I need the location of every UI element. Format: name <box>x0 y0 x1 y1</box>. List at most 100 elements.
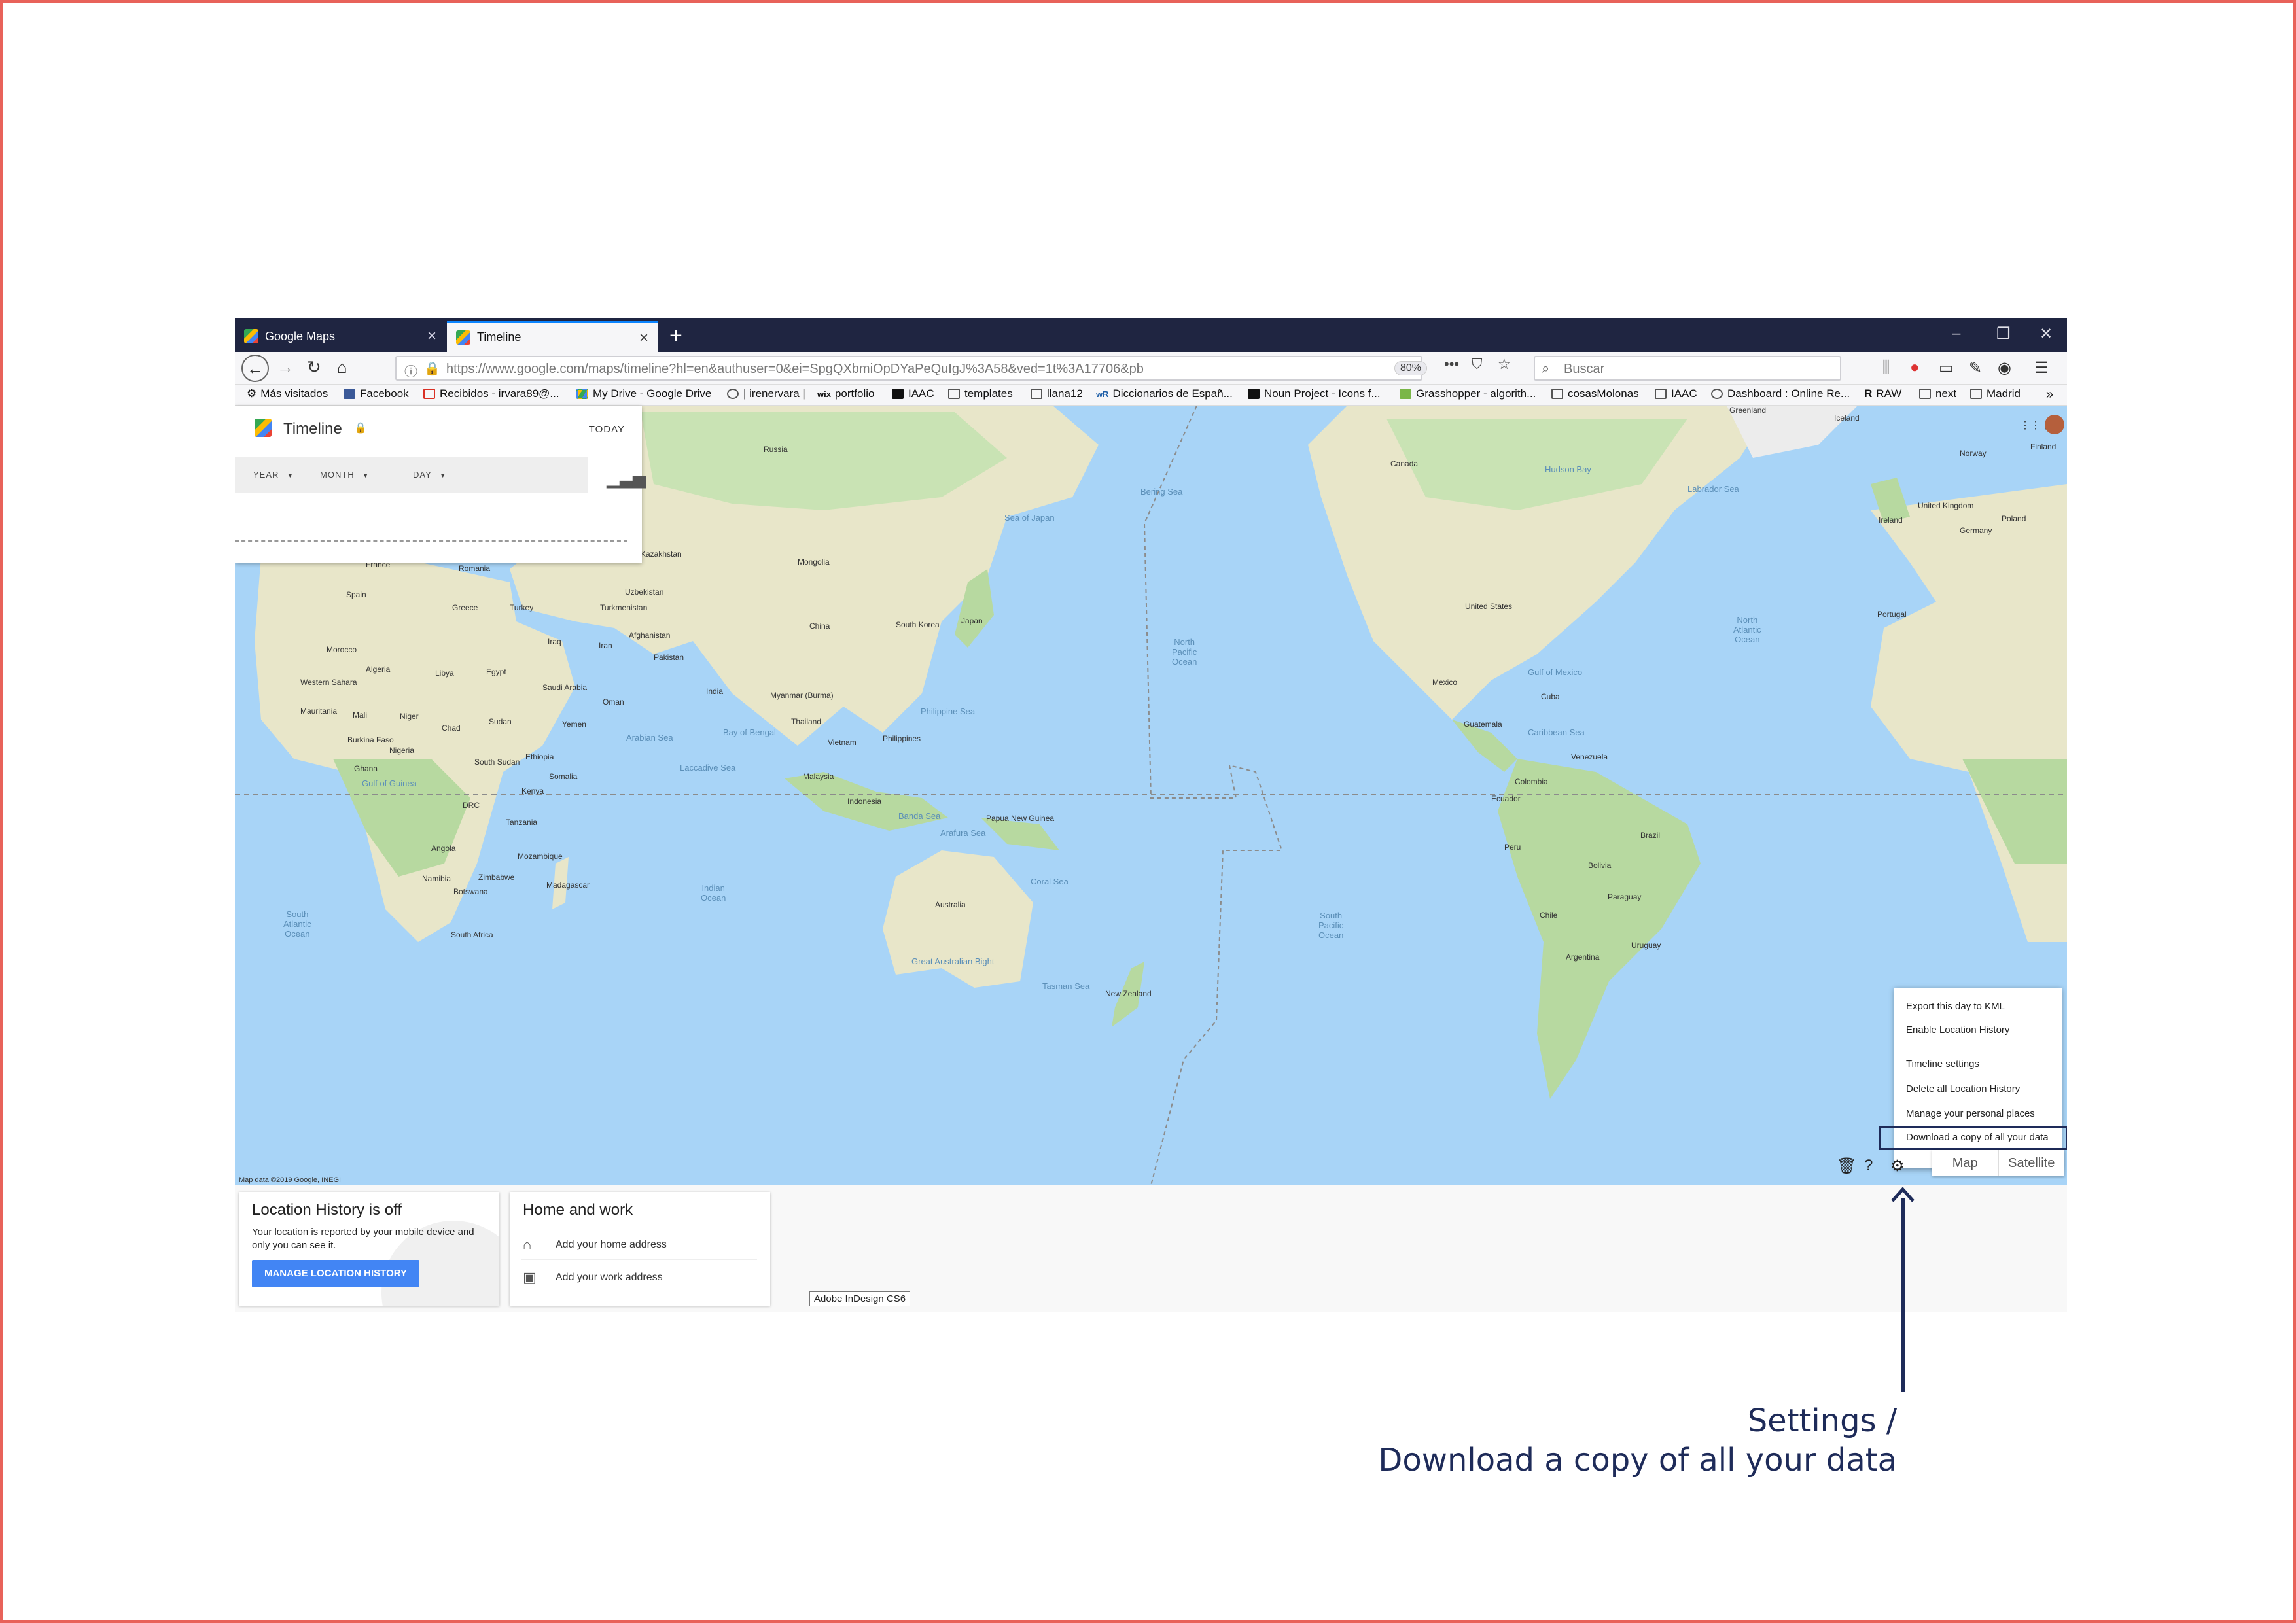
satellite-button[interactable]: Satellite <box>1998 1150 2065 1176</box>
pocket-icon[interactable]: ⛉ <box>1472 356 1483 373</box>
navigation-bar: ← → ↻ ⌂ ⓘ 🔒 https://www.google.com/maps/… <box>235 352 2067 385</box>
map-label: South Korea <box>896 620 940 629</box>
annotation-line <box>1901 1198 1905 1392</box>
bookmark-item[interactable]: templates <box>948 387 1013 400</box>
chevron-right-icon[interactable]: » <box>2046 387 2053 402</box>
ocean-label: Labrador Sea <box>1687 484 1739 494</box>
bookmark-star-icon[interactable]: ☆ <box>1498 356 1511 373</box>
trash-icon[interactable]: 🗑 <box>1837 1157 1856 1176</box>
map-label: United States <box>1465 602 1513 611</box>
bookmark-item[interactable]: llana12 <box>1031 387 1083 400</box>
home-icon[interactable]: ⌂ <box>337 357 347 377</box>
tab-timeline[interactable]: Timeline × <box>447 321 658 352</box>
day-dropdown[interactable]: DAY ▼ <box>413 470 447 480</box>
map-label: Sudan <box>489 717 512 726</box>
tab-google-maps[interactable]: Google Maps × <box>235 321 446 352</box>
bookmark-item[interactable]: cosasMolonas <box>1551 387 1639 400</box>
new-tab-icon[interactable]: + <box>669 323 682 349</box>
eyedropper-icon[interactable]: ✎ <box>1969 358 1982 377</box>
back-arrow-icon[interactable]: ← <box>241 355 269 382</box>
avatar[interactable] <box>2045 415 2064 434</box>
map-label: Turkmenistan <box>600 603 648 612</box>
add-work-row[interactable]: ▣ Add your work address <box>521 1263 757 1293</box>
close-window-icon[interactable]: ✕ <box>2040 324 2053 343</box>
map-label: Morocco <box>327 645 357 654</box>
help-icon[interactable]: ? <box>1864 1157 1873 1175</box>
home-icon: ⌂ <box>523 1236 532 1253</box>
bookmark-item[interactable]: IAAC <box>892 387 934 400</box>
map-label: Libya <box>435 669 454 678</box>
map-label: Indonesia <box>847 797 882 806</box>
menu-item-export-kml[interactable]: Export this day to KML <box>1906 1001 2005 1012</box>
close-icon[interactable]: × <box>639 329 648 347</box>
bookmark-item[interactable]: Madrid <box>1970 387 2021 400</box>
location-history-card: Location History is off Your location is… <box>239 1192 499 1306</box>
bookmark-item[interactable]: Noun Project - Icons f... <box>1248 387 1381 400</box>
menu-item-delete-location-history[interactable]: Delete all Location History <box>1906 1083 2020 1094</box>
zoom-badge[interactable]: 80% <box>1394 361 1428 375</box>
annotation-line-2: Download a copy of all your data <box>1378 1442 1897 1478</box>
map-type-toggle: Map Satellite <box>1932 1150 2064 1176</box>
map-label: Burkina Faso <box>347 735 394 744</box>
restore-icon[interactable]: ❐ <box>1996 324 2011 343</box>
add-home-row[interactable]: ⌂ Add your home address <box>521 1230 757 1260</box>
menu-item-timeline-settings[interactable]: Timeline settings <box>1906 1058 1979 1070</box>
map-label: Peru <box>1504 843 1521 852</box>
library-icon[interactable]: ⫼ <box>1882 358 1890 377</box>
bookmark-item[interactable]: R RAW <box>1864 387 1901 400</box>
menu-icon[interactable]: ☰ <box>2034 358 2049 377</box>
bottom-card-area: Location History is off Your location is… <box>235 1185 2067 1312</box>
map-label: India <box>706 687 724 696</box>
map-label: Chile <box>1540 911 1558 920</box>
map-label: Vietnam <box>828 738 857 747</box>
bookmark-item[interactable]: Recibidos - irvara89@... <box>423 387 559 400</box>
bookmark-item[interactable]: ⚙ Más visitados <box>247 387 328 400</box>
bookmark-item[interactable]: My Drive - Google Drive <box>576 387 711 400</box>
bookmark-item[interactable]: | irenervara | <box>727 387 805 400</box>
more-actions-icon[interactable]: ••• <box>1444 356 1459 373</box>
map-label: Portugal <box>1877 610 1907 619</box>
forward-arrow-icon[interactable]: → <box>277 357 294 377</box>
bookmark-item[interactable]: Grasshopper - algorith... <box>1400 387 1536 400</box>
lock-icon: 🔒 <box>354 423 367 434</box>
search-input[interactable] <box>1564 360 1826 378</box>
map-label: Algeria <box>366 665 391 674</box>
sidebar-icon[interactable]: ▭ <box>1939 358 1954 377</box>
ocean-label: South Pacific Ocean <box>1318 911 1344 940</box>
close-icon[interactable]: × <box>427 327 436 345</box>
info-icon[interactable]: ⓘ <box>404 361 417 380</box>
gear-icon[interactable]: ⚙ <box>1890 1157 1905 1176</box>
ocean-label: Coral Sea <box>1031 877 1069 886</box>
bookmark-item[interactable]: IAAC <box>1655 387 1697 400</box>
reload-icon[interactable]: ↻ <box>307 357 321 377</box>
month-dropdown[interactable]: MONTH ▼ <box>320 470 370 480</box>
menu-item-manage-places[interactable]: Manage your personal places <box>1906 1108 2035 1119</box>
timeline-divider <box>235 540 627 542</box>
folder-icon <box>1970 389 1982 399</box>
bookmark-item[interactable]: Dashboard : Online Re... <box>1711 387 1850 400</box>
bookmark-item[interactable]: wR Diccionarios de Españ... <box>1096 387 1233 400</box>
menu-item-enable-location-history[interactable]: Enable Location History <box>1906 1024 2009 1036</box>
tab-label: Google Maps <box>265 329 336 343</box>
map-label: Egypt <box>486 667 506 676</box>
bar-chart-icon[interactable]: ▁▃▅ <box>607 468 646 489</box>
url-bar[interactable]: ⓘ 🔒 https://www.google.com/maps/timeline… <box>395 356 1428 381</box>
extension-icon[interactable]: ● <box>1910 358 1920 377</box>
bookmark-item[interactable]: wix portfolio <box>817 387 874 400</box>
bookmark-item[interactable]: next <box>1919 387 1956 400</box>
map-button[interactable]: Map <box>1932 1150 1998 1176</box>
ocean-label: South Atlantic Ocean <box>283 909 311 939</box>
search-box[interactable]: ⌕ <box>1534 356 1841 381</box>
year-dropdown[interactable]: YEAR ▼ <box>253 470 294 480</box>
today-button[interactable]: TODAY <box>589 424 625 435</box>
folder-icon <box>1031 389 1042 399</box>
url-text[interactable]: https://www.google.com/maps/timeline?hl=… <box>446 362 1144 377</box>
map-label: Turkey <box>510 603 534 612</box>
account-icon[interactable]: ◉ <box>1998 358 2011 377</box>
map-label: Cuba <box>1541 692 1560 701</box>
manage-location-history-button[interactable]: MANAGE LOCATION HISTORY <box>252 1260 419 1287</box>
annotation-caption: Settings / Download a copy of all your d… <box>1378 1401 1897 1480</box>
browser-screenshot: Google Maps × Timeline × + – ❐ ✕ ← → ↻ ⌂… <box>235 318 2067 1312</box>
bookmark-item[interactable]: Facebook <box>344 387 409 400</box>
minimize-icon[interactable]: – <box>1952 324 1960 343</box>
